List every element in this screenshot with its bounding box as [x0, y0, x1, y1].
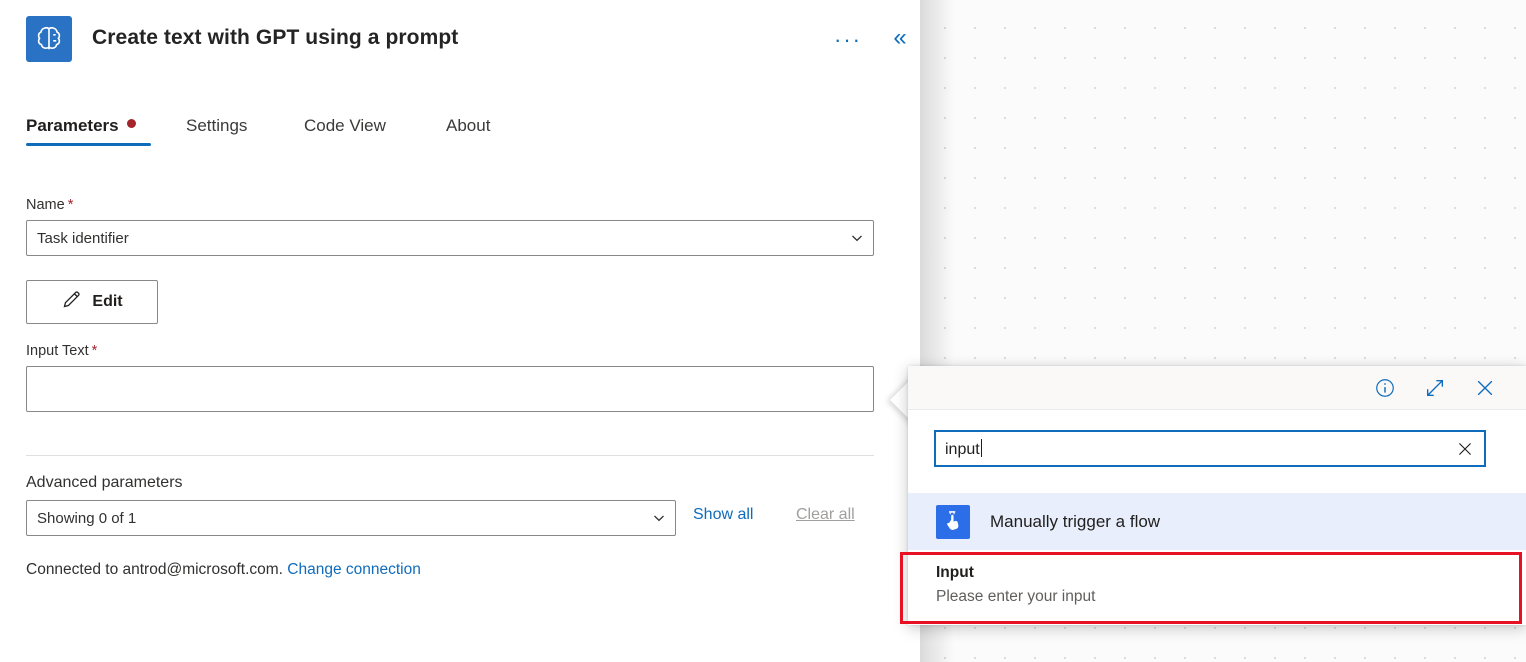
change-connection-link[interactable]: Change connection: [287, 561, 421, 578]
search-input[interactable]: input: [936, 438, 1446, 459]
text-caret: [980, 438, 982, 457]
tab-parameters-label: Parameters: [26, 116, 119, 135]
list-item-manually-trigger-a-flow[interactable]: Manually trigger a flow: [908, 493, 1526, 550]
close-icon[interactable]: [1470, 373, 1500, 403]
connection-status: Connected to antrod@microsoft.com. Chang…: [26, 561, 421, 579]
list-item-input[interactable]: Input Please enter your input: [908, 550, 1526, 622]
name-label-text: Name: [26, 197, 65, 213]
name-required-mark: *: [67, 197, 74, 213]
name-field-label: Name *: [26, 197, 73, 213]
panel-header: Create text with GPT using a prompt ··· …: [0, 0, 920, 80]
clear-x-icon[interactable]: [1446, 432, 1484, 465]
search-input-value: input: [945, 440, 980, 458]
dynamic-content-search: input: [934, 430, 1486, 467]
tab-active-underline: [26, 143, 151, 146]
input-text-required-mark: *: [91, 343, 98, 359]
page-title: Create text with GPT using a prompt: [92, 26, 459, 49]
input-text-label-text: Input Text: [26, 343, 89, 359]
list-item-title: Input: [936, 564, 974, 581]
tab-settings[interactable]: Settings: [186, 116, 247, 146]
popup-header: [908, 366, 1526, 410]
list-item-subtitle: Please enter your input: [936, 588, 1096, 605]
clear-all-link[interactable]: Clear all: [796, 506, 855, 524]
info-circle-icon[interactable]: [1370, 373, 1400, 403]
tab-code-view[interactable]: Code View: [304, 116, 386, 146]
input-text-editor[interactable]: [26, 366, 874, 412]
advanced-parameters-label: Advanced parameters: [26, 474, 183, 491]
chevron-down-icon[interactable]: [841, 230, 873, 246]
tap-hand-icon: [936, 504, 970, 539]
name-combobox[interactable]: Task identifier: [26, 220, 874, 256]
advanced-parameters-combobox[interactable]: Showing 0 of 1: [26, 500, 676, 536]
brain-icon: [26, 16, 72, 62]
more-options-button[interactable]: ···: [832, 25, 864, 55]
advanced-parameters-value: Showing 0 of 1: [37, 509, 137, 527]
section-divider: [26, 455, 874, 456]
action-details-panel: Create text with GPT using a prompt ··· …: [0, 0, 920, 662]
search-input-box[interactable]: input: [934, 430, 1486, 467]
panel-tabs: Parameters Settings Code View About: [0, 116, 920, 156]
expand-diagonal-icon[interactable]: [1420, 373, 1450, 403]
collapse-panel-button[interactable]: «: [884, 22, 916, 54]
name-value: Task identifier: [37, 229, 129, 247]
edit-button-label: Edit: [92, 293, 123, 310]
connection-text: Connected to antrod@microsoft.com.: [26, 561, 283, 578]
list-item-label: Manually trigger a flow: [990, 511, 1161, 531]
pencil-icon: [61, 289, 82, 315]
dynamic-content-popup: input Manually trigger a flow Input Plea…: [908, 366, 1526, 625]
chevron-down-icon-advanced[interactable]: [643, 510, 675, 526]
show-all-link[interactable]: Show all: [693, 506, 753, 524]
edit-button[interactable]: Edit: [26, 280, 158, 324]
tab-parameters[interactable]: Parameters: [26, 116, 151, 146]
tab-about[interactable]: About: [446, 116, 490, 146]
input-text-field-label: Input Text *: [26, 343, 97, 359]
tab-parameters-status-dot: [126, 119, 136, 128]
